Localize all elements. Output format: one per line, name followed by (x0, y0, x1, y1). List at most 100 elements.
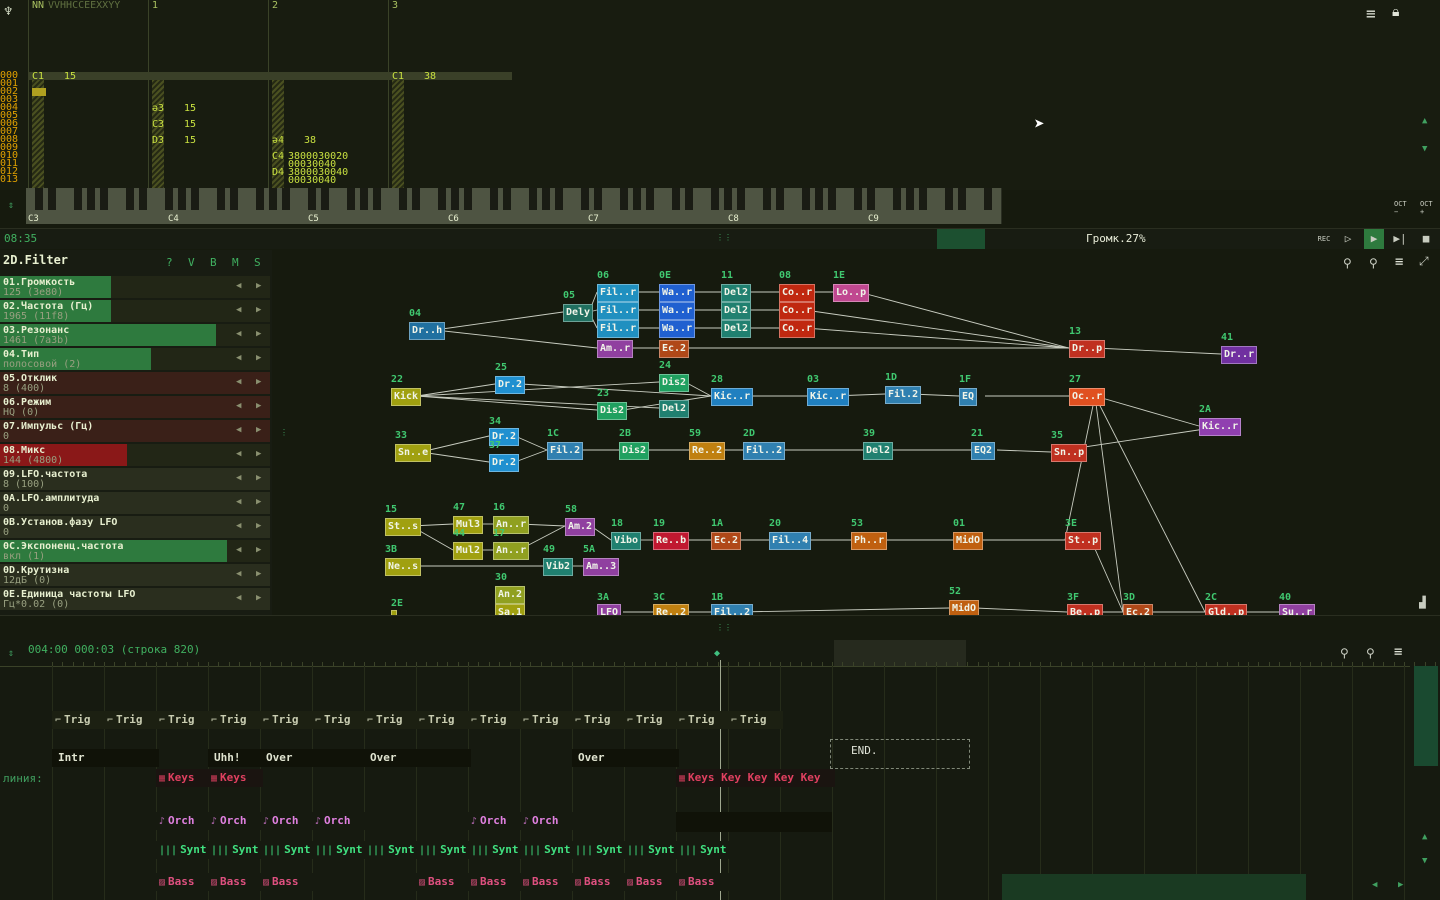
param-increase-icon[interactable]: ▶ (256, 449, 261, 459)
timeline-pattern-block[interactable]: ||| Synt (156, 841, 211, 859)
mute-button[interactable]: M (232, 256, 239, 269)
timeline-scroll-icon[interactable]: ⇕ (8, 648, 14, 659)
param-decrease-icon[interactable]: ◀ (236, 401, 241, 411)
param-row[interactable]: 04.Тип полосовой (2) ◀ ▶ (0, 348, 270, 370)
timeline-pattern-block[interactable]: ▨ Bass (676, 873, 731, 891)
graph-module-node[interactable]: Lo..p (833, 284, 870, 302)
param-row[interactable]: 0C.Экспоненц.частота вкл (1) ◀ ▶ (0, 540, 270, 562)
graph-module-node[interactable]: Gld..p (1205, 604, 1248, 615)
timeline-pattern-block[interactable]: ||| Synt (468, 841, 523, 859)
timeline-pattern-block[interactable]: ||| Synt (676, 841, 731, 859)
timeline-pattern-block[interactable]: ▨ Bass (416, 873, 471, 891)
param-increase-icon[interactable]: ▶ (256, 473, 261, 483)
graph-module-node[interactable]: Fil..2 (711, 604, 754, 615)
timeline-pattern-block[interactable]: ▨ Bass (572, 873, 627, 891)
timeline-pattern-block[interactable]: Over (572, 749, 679, 767)
graph-module-node[interactable]: Am.2 (565, 518, 596, 536)
graph-module-node[interactable]: Ec.2 (659, 340, 690, 358)
piano-black-key[interactable] (451, 188, 459, 210)
graph-module-node[interactable]: Am..3 (583, 558, 620, 576)
param-row[interactable]: 0E.Единица частоты LFO Гц*0.02 (0) ◀ ▶ (0, 588, 270, 610)
graph-module-node[interactable]: Sn..p (1051, 444, 1088, 462)
piano-black-key[interactable] (126, 188, 134, 210)
graph-module-node[interactable]: Fil.2 (885, 386, 922, 404)
piano-black-key[interactable] (893, 188, 901, 210)
graph-module-node[interactable]: EQ2 (971, 442, 996, 460)
graph-level-icon[interactable]: ▟ (1419, 596, 1426, 609)
graph-module-node[interactable]: Dr..p (1069, 340, 1106, 358)
piano-black-key[interactable] (828, 188, 836, 210)
timeline-pattern-block[interactable]: ⌐ Trig (104, 711, 159, 729)
param-increase-icon[interactable]: ▶ (256, 497, 261, 507)
play-pattern-icon[interactable]: ▶| (1390, 229, 1410, 249)
timeline-pattern-block[interactable]: ⌐ Trig (728, 711, 783, 729)
graph-module-node[interactable]: Vib2 (543, 558, 574, 576)
graph-module-node[interactable]: Kick (391, 388, 422, 406)
graph-module-node[interactable]: MidO (953, 532, 984, 550)
graph-module-node[interactable]: Kic..r (1199, 418, 1242, 436)
param-row[interactable]: 03.Резонанс 1461 (7a3b) ◀ ▶ (0, 324, 270, 346)
graph-module-node[interactable]: An.2 (495, 586, 526, 604)
pattern-note[interactable]: D4 (272, 168, 284, 178)
scroll-down-icon[interactable]: ▼ (1422, 144, 1427, 154)
param-increase-icon[interactable]: ▶ (256, 329, 261, 339)
timeline-zoom-in-icon[interactable]: ⚲ (1366, 646, 1375, 660)
piano-black-key[interactable] (87, 188, 95, 210)
timeline-pattern-block[interactable]: Over (364, 749, 471, 767)
graph-module-node[interactable]: Fil..2 (743, 442, 786, 460)
piano-black-key[interactable] (269, 188, 277, 210)
graph-module-node[interactable]: Re..2 (653, 604, 690, 615)
timeline-pattern-block[interactable]: ⌐ Trig (312, 711, 367, 729)
piano-black-key[interactable] (542, 188, 550, 210)
splitter-handle-bottom[interactable]: ⋮⋮ (716, 623, 732, 632)
piano-black-key[interactable] (919, 188, 927, 210)
graph-module-node[interactable]: Be..p (1067, 604, 1104, 615)
piano-black-key[interactable] (776, 188, 784, 210)
pattern-note[interactable]: 15 (184, 104, 196, 114)
timeline-pattern-block[interactable]: ♪ Orch (520, 812, 575, 830)
graph-module-node[interactable]: Dr.2 (489, 454, 520, 472)
graph-module-node[interactable]: Del2 (721, 320, 752, 338)
piano-black-key[interactable] (737, 188, 745, 210)
timeline-pattern-block[interactable]: ▨ Bass (520, 873, 575, 891)
timeline-pattern-block[interactable]: ||| Synt (364, 841, 419, 859)
piano-black-key[interactable] (646, 188, 654, 210)
param-row[interactable]: 01.Громкость 125 (3e80) ◀ ▶ (0, 276, 270, 298)
octave-up-button[interactable]: OCT + (1420, 200, 1433, 216)
graph-module-node[interactable]: Dr..h (409, 322, 446, 340)
pattern-note[interactable]: 15 (64, 72, 76, 82)
graph-module-node[interactable]: Ec.2 (1123, 604, 1154, 615)
graph-module-node[interactable]: EQ (959, 388, 978, 406)
piano-black-key[interactable] (217, 188, 225, 210)
timeline-pattern-block[interactable]: ♪ Orch (156, 812, 211, 830)
graph-menu-icon[interactable]: ≡ (1395, 254, 1403, 270)
timeline-pattern-block[interactable]: ||| Synt (208, 841, 263, 859)
piano-black-key[interactable] (191, 188, 199, 210)
param-increase-icon[interactable]: ▶ (256, 353, 261, 363)
param-increase-icon[interactable]: ▶ (256, 425, 261, 435)
graph-module-node[interactable]: Kic..r (711, 388, 754, 406)
timeline-pattern-block[interactable]: ⌐ Trig (572, 711, 627, 729)
timeline-pattern-block[interactable]: ▦ Keys Key Key Key Key (676, 769, 835, 787)
param-row[interactable]: 05.Отклик 8 (400) ◀ ▶ (0, 372, 270, 394)
piano-black-key[interactable] (529, 188, 537, 210)
graph-module-node[interactable]: Ne..s (385, 558, 422, 576)
param-increase-icon[interactable]: ▶ (256, 569, 261, 579)
param-increase-icon[interactable]: ▶ (256, 521, 261, 531)
timeline-panel[interactable]: ⇕ 004:00 000:03 (строка 820) ⚲ ⚲ ≡ ◆ лин… (0, 640, 1440, 900)
piano-black-key[interactable] (802, 188, 810, 210)
param-increase-icon[interactable]: ▶ (256, 305, 261, 315)
pattern-note[interactable]: ə4 (272, 136, 284, 146)
piano-black-key[interactable] (347, 188, 355, 210)
timeline-pattern-block[interactable]: ||| Synt (260, 841, 315, 859)
piano-black-key[interactable] (308, 188, 316, 210)
pattern-note[interactable]: 15 (184, 136, 196, 146)
graph-module-node[interactable]: Re..2 (689, 442, 726, 460)
param-row[interactable]: 08.Микс 144 (4800) ◀ ▶ (0, 444, 270, 466)
timeline-pattern-block[interactable]: ⌐ Trig (624, 711, 679, 729)
graph-module-node[interactable]: Vibo (611, 532, 642, 550)
piano-black-key[interactable] (412, 188, 420, 210)
graph-module-node[interactable]: Am..r (597, 340, 634, 358)
piano-black-key[interactable] (373, 188, 381, 210)
timeline-zoom-out-icon[interactable]: ⚲ (1340, 646, 1349, 660)
